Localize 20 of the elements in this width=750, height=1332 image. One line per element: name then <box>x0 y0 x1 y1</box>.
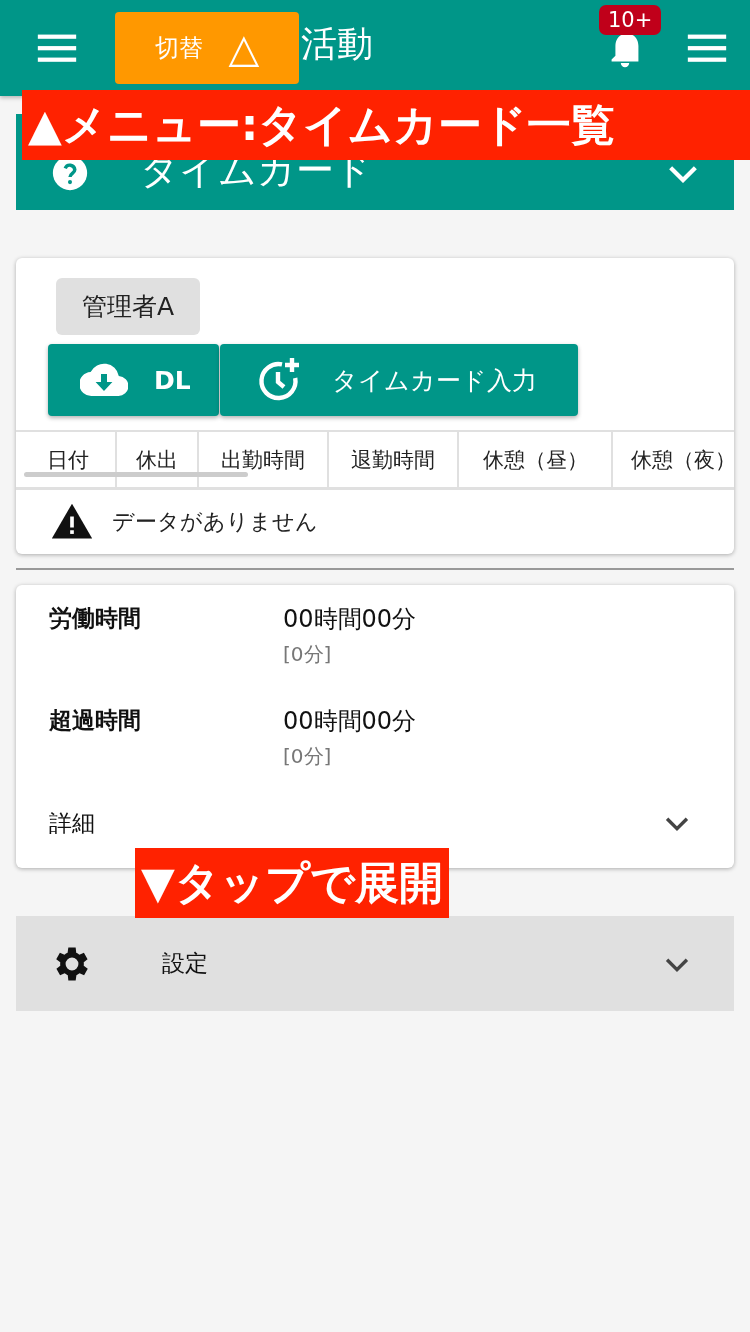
details-label: 詳細 <box>49 808 95 838</box>
user-chip[interactable]: 管理者A <box>56 278 201 335</box>
summary-minutes: [0分] <box>283 641 333 668</box>
settings-panel[interactable]: 設定 <box>16 916 734 1011</box>
summary-value: 00時間00分 <box>283 604 417 635</box>
column-header[interactable]: 休憩（夜） <box>613 432 734 487</box>
summary-label: 労働時間 <box>49 604 142 633</box>
annotation-tooltip: ▲メニュー:タイムカード一覧 <box>22 90 750 160</box>
notification-badge: 10+ <box>599 5 662 35</box>
summary-minutes: [0分] <box>283 743 333 770</box>
annotation-tooltip: ▼タップで展開 <box>135 848 449 918</box>
page-title: 活動 <box>301 21 373 66</box>
column-header[interactable]: 退勤時間 <box>329 432 459 487</box>
column-header[interactable]: 休憩（昼） <box>459 432 613 487</box>
action-button[interactable]: DL <box>48 344 219 416</box>
action-button[interactable]: タイムカード入力 <box>220 344 578 416</box>
summary-value: 00時間00分 <box>283 706 417 737</box>
summary-label: 超過時間 <box>49 706 142 735</box>
settings-label: 設定 <box>162 949 208 978</box>
empty-message: データがありません <box>112 508 318 536</box>
